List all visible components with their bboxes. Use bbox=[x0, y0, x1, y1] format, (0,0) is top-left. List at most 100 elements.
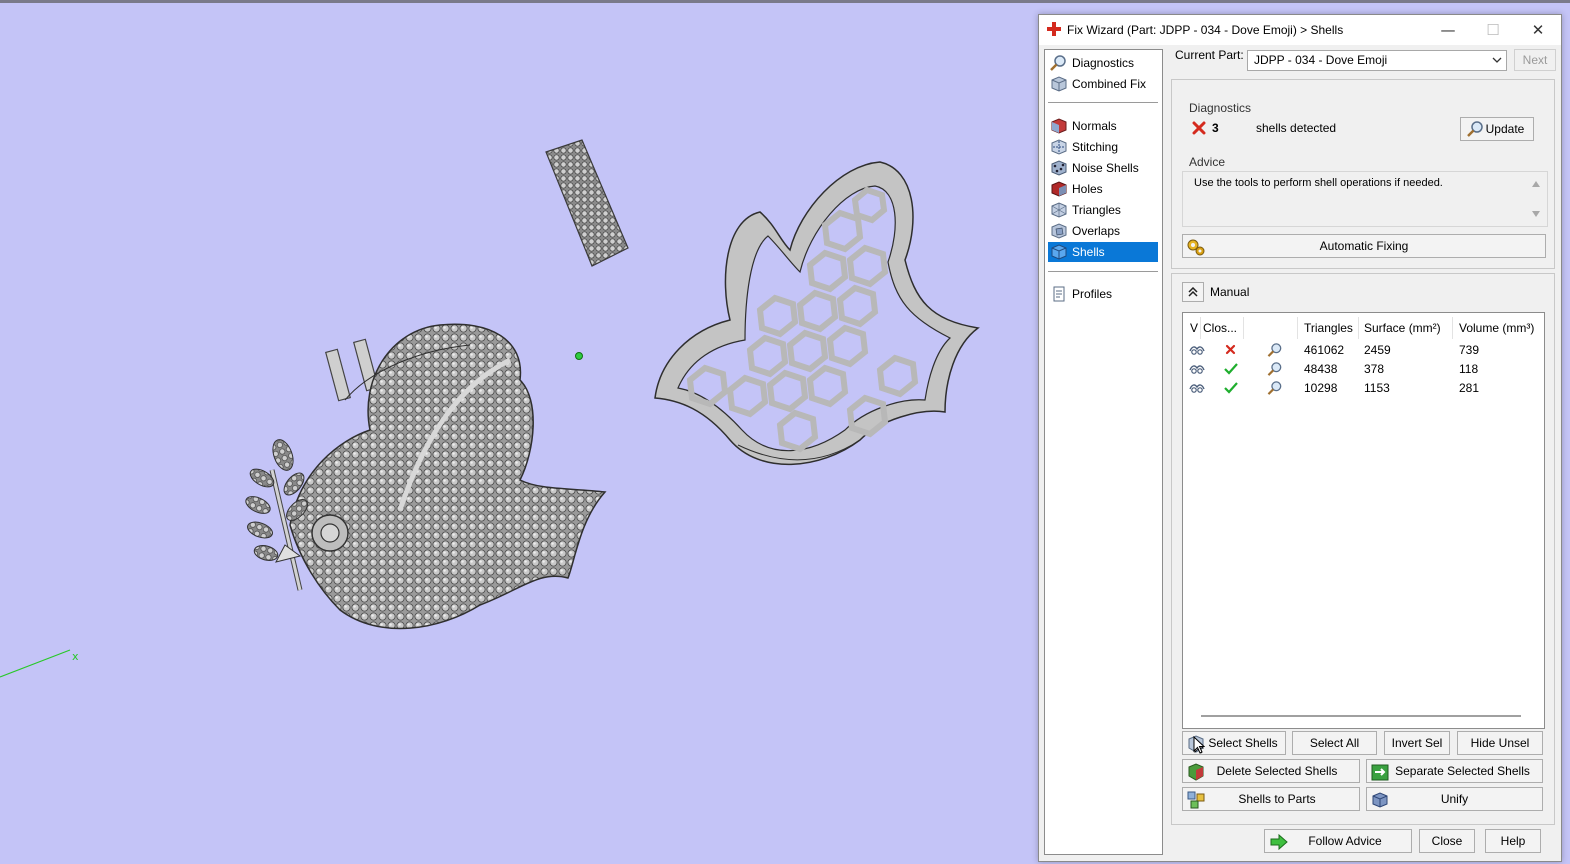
column-divider bbox=[1452, 317, 1453, 339]
separate-selected-shells-button[interactable]: Separate Selected Shells bbox=[1366, 759, 1543, 783]
shells-to-parts-button[interactable]: Shells to Parts bbox=[1182, 787, 1360, 811]
error-x-icon bbox=[1192, 121, 1206, 135]
unify-icon bbox=[1372, 792, 1388, 808]
svg-text:x: x bbox=[72, 650, 79, 663]
normals-icon bbox=[1051, 118, 1067, 134]
manual-label: Manual bbox=[1210, 285, 1250, 299]
next-button[interactable]: Next bbox=[1514, 49, 1556, 71]
collapse-manual-button[interactable] bbox=[1182, 282, 1204, 302]
select-all-button[interactable]: Select All bbox=[1292, 731, 1377, 755]
cell-volume: 281 bbox=[1459, 381, 1480, 395]
nav-item-noise-shells[interactable]: Noise Shells bbox=[1048, 158, 1158, 178]
nav-item-stitching[interactable]: Stitching bbox=[1048, 137, 1158, 157]
column-header-triangles[interactable]: Triangles bbox=[1304, 321, 1353, 335]
cell-volume: 118 bbox=[1459, 362, 1479, 376]
current-part-label: Current Part: bbox=[1175, 48, 1244, 62]
magnifier-icon bbox=[1467, 121, 1483, 137]
horizontal-scrollbar[interactable] bbox=[1201, 715, 1521, 717]
delete-selected-shells-button[interactable]: Delete Selected Shells bbox=[1182, 759, 1360, 783]
zoom-to-shell-icon[interactable] bbox=[1267, 362, 1283, 376]
column-header-surface[interactable]: Surface (mm²) bbox=[1364, 321, 1441, 335]
double-chevron-up-icon bbox=[1188, 287, 1198, 297]
nav-item-profiles[interactable]: Profiles bbox=[1048, 284, 1158, 304]
close-button[interactable]: Close bbox=[1419, 829, 1475, 853]
cell-surface: 378 bbox=[1364, 362, 1385, 376]
not-closed-x-icon bbox=[1225, 344, 1236, 355]
scroll-up-icon[interactable] bbox=[1531, 180, 1541, 188]
advice-title: Advice bbox=[1189, 155, 1226, 169]
stitching-icon bbox=[1051, 139, 1067, 155]
mouse-cursor-icon bbox=[1193, 736, 1205, 754]
dove-shell-textured[interactable] bbox=[243, 323, 607, 630]
column-divider bbox=[1243, 317, 1244, 339]
minimize-button[interactable]: — bbox=[1436, 19, 1460, 41]
nav-item-combined-fix[interactable]: Combined Fix bbox=[1048, 74, 1158, 94]
automatic-fixing-button[interactable]: Automatic Fixing bbox=[1182, 234, 1546, 258]
nav-item-triangles[interactable]: Triangles bbox=[1048, 200, 1158, 220]
zoom-to-shell-icon[interactable] bbox=[1267, 381, 1283, 395]
cube-icon bbox=[1051, 76, 1067, 92]
nav-item-overlaps[interactable]: Overlaps bbox=[1048, 221, 1158, 241]
magnifier-icon bbox=[1050, 55, 1066, 71]
cell-triangles: 461062 bbox=[1304, 343, 1345, 357]
zoom-to-shell-icon[interactable] bbox=[1267, 343, 1283, 357]
table-row[interactable]: 461062 2459 739 bbox=[1183, 341, 1544, 360]
update-button[interactable]: Update bbox=[1460, 117, 1534, 141]
follow-advice-button[interactable]: Follow Advice bbox=[1264, 829, 1412, 853]
column-header-volume[interactable]: Volume (mm³) bbox=[1459, 321, 1534, 335]
profiles-icon bbox=[1053, 286, 1065, 302]
advice-box: Use the tools to perform shell operation… bbox=[1182, 171, 1548, 227]
scroll-down-icon[interactable] bbox=[1531, 210, 1541, 218]
ring-shell[interactable] bbox=[545, 139, 629, 267]
visibility-toggle-icon[interactable] bbox=[1189, 343, 1205, 357]
cell-triangles: 10298 bbox=[1304, 381, 1338, 395]
cell-surface: 1153 bbox=[1364, 381, 1390, 395]
fix-wizard-dialog: Fix Wizard (Part: JDPP - 034 - Dove Emoj… bbox=[1038, 14, 1562, 862]
help-button[interactable]: Help bbox=[1485, 829, 1541, 853]
hide-unselected-button[interactable]: Hide Unsel bbox=[1457, 731, 1543, 755]
holes-icon bbox=[1051, 181, 1067, 197]
nav-divider bbox=[1048, 102, 1158, 103]
shells-to-parts-icon bbox=[1187, 791, 1205, 809]
table-row[interactable]: 48438 378 118 bbox=[1183, 360, 1544, 379]
column-header-visible[interactable]: V bbox=[1190, 321, 1198, 335]
medical-cross-icon bbox=[1047, 22, 1061, 36]
dove-shell-honeycomb[interactable] bbox=[654, 161, 980, 466]
window-title: Fix Wizard (Part: JDPP - 034 - Dove Emoj… bbox=[1067, 23, 1344, 37]
cell-volume: 739 bbox=[1459, 343, 1480, 357]
gears-icon bbox=[1187, 239, 1205, 256]
nav-item-normals[interactable]: Normals bbox=[1048, 116, 1158, 136]
nav-item-holes[interactable]: Holes bbox=[1048, 179, 1158, 199]
column-header-closed[interactable]: Clos... bbox=[1203, 321, 1237, 335]
title-bar[interactable]: Fix Wizard (Part: JDPP - 034 - Dove Emoj… bbox=[1039, 15, 1561, 45]
unify-button[interactable]: Unify bbox=[1366, 787, 1543, 811]
maximize-button[interactable]: ☐ bbox=[1481, 19, 1505, 41]
shells-icon bbox=[1051, 244, 1067, 260]
visibility-toggle-icon[interactable] bbox=[1189, 381, 1205, 395]
table-row[interactable]: 10298 1153 281 bbox=[1183, 379, 1544, 398]
nav-item-diagnostics[interactable]: Diagnostics bbox=[1048, 53, 1158, 73]
current-part-value: JDPP - 034 - Dove Emoji bbox=[1254, 53, 1388, 67]
chevron-down-icon bbox=[1492, 57, 1502, 63]
column-divider bbox=[1200, 317, 1201, 339]
diagnostics-count: 3 bbox=[1212, 121, 1219, 135]
separate-shells-icon bbox=[1371, 764, 1389, 781]
nav-divider bbox=[1048, 271, 1158, 272]
diagnostics-text: shells detected bbox=[1256, 121, 1337, 135]
column-divider bbox=[1358, 317, 1359, 339]
diagnostics-advice-panel: Diagnostics 3 shells detected Update Adv… bbox=[1171, 79, 1555, 269]
visibility-toggle-icon[interactable] bbox=[1189, 362, 1205, 376]
close-window-button[interactable]: ✕ bbox=[1526, 19, 1550, 41]
closed-check-icon bbox=[1224, 363, 1238, 375]
fix-category-list: Diagnostics Combined Fix Normals Stitchi… bbox=[1044, 49, 1163, 855]
green-arrow-icon bbox=[1270, 833, 1288, 851]
shells-table[interactable]: V Clos... Triangles Surface (mm²) Volume… bbox=[1182, 312, 1545, 729]
cell-triangles: 48438 bbox=[1304, 362, 1338, 376]
closed-check-icon bbox=[1224, 382, 1238, 394]
delete-shell-icon bbox=[1188, 763, 1204, 781]
triangles-icon bbox=[1051, 202, 1067, 218]
current-part-select[interactable]: JDPP - 034 - Dove Emoji bbox=[1247, 50, 1507, 71]
noise-shells-icon bbox=[1051, 160, 1067, 176]
invert-selection-button[interactable]: Invert Sel bbox=[1384, 731, 1450, 755]
nav-item-shells[interactable]: Shells bbox=[1048, 242, 1158, 262]
